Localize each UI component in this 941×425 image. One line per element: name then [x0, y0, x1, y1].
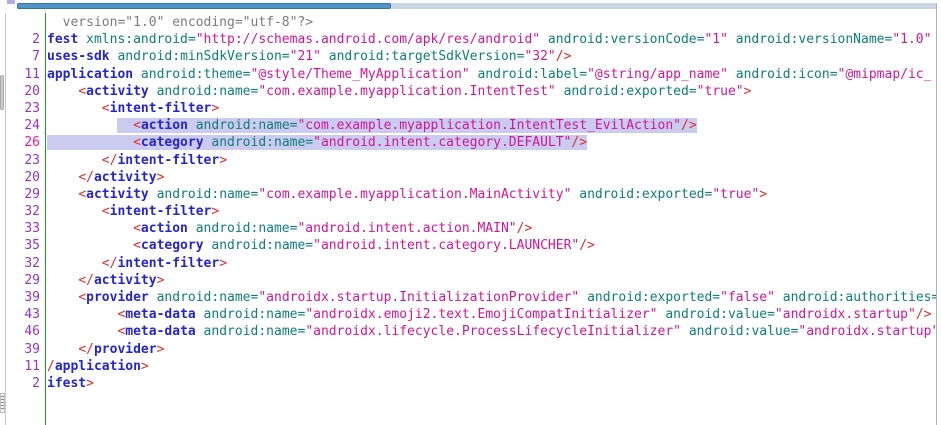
code-editor[interactable]: 271120232426232029323335322939434639112 …: [6, 13, 936, 425]
line-number: 11: [6, 66, 40, 83]
line-number: 46: [6, 323, 40, 340]
code-line[interactable]: <category android:name="android.intent.c…: [47, 134, 936, 151]
fold-margin-line: [45, 13, 46, 425]
line-number: 23: [6, 100, 40, 117]
line-number: [6, 14, 40, 31]
line-number: 43: [6, 306, 40, 323]
scrollbar-corner-marker: [7, 0, 15, 4]
pane-border: [936, 3, 937, 425]
line-number: 20: [6, 83, 40, 100]
line-number: 32: [6, 203, 40, 220]
code-line[interactable]: <action android:name="android.intent.act…: [47, 220, 936, 237]
line-number: 32: [6, 255, 40, 272]
code-line[interactable]: <meta-data android:name="androidx.lifecy…: [47, 323, 936, 340]
horizontal-scrollbar-track[interactable]: [391, 3, 936, 9]
code-line[interactable]: </provider>: [47, 341, 936, 358]
splitter-grip[interactable]: [0, 393, 5, 413]
line-number: 33: [6, 220, 40, 237]
line-number: 35: [6, 237, 40, 254]
code-line[interactable]: ifest>: [47, 375, 936, 392]
code-line[interactable]: fest xmlns:android="http://schemas.andro…: [47, 31, 936, 48]
code-line[interactable]: <provider android:name="androidx.startup…: [47, 289, 936, 306]
code-line[interactable]: application android:theme="@style/Theme_…: [47, 66, 936, 83]
code-line[interactable]: <category android:name="android.intent.c…: [47, 237, 936, 254]
line-number: 39: [6, 289, 40, 306]
line-number: 11: [6, 358, 40, 375]
code-line[interactable]: </activity>: [47, 169, 936, 186]
code-line[interactable]: </intent-filter>: [47, 152, 936, 169]
line-number: 2: [6, 375, 40, 392]
line-number: 20: [6, 169, 40, 186]
line-number-gutter: 271120232426232029323335322939434639112: [6, 14, 40, 392]
code-line[interactable]: </intent-filter>: [47, 255, 936, 272]
code-line[interactable]: version="1.0" encoding="utf-8"?>: [47, 14, 936, 31]
code-lines[interactable]: version="1.0" encoding="utf-8"?>fest xml…: [47, 14, 936, 392]
code-line[interactable]: <intent-filter>: [47, 100, 936, 117]
code-line[interactable]: uses-sdk android:minSdkVersion="21" andr…: [47, 48, 936, 65]
line-number: 24: [6, 117, 40, 134]
code-line[interactable]: <activity android:name="com.example.myap…: [47, 83, 936, 100]
line-number: 29: [6, 272, 40, 289]
line-number: 23: [6, 152, 40, 169]
horizontal-scrollbar-thumb[interactable]: [17, 3, 391, 9]
line-number: 39: [6, 341, 40, 358]
line-number: 29: [6, 186, 40, 203]
code-line[interactable]: </activity>: [47, 272, 936, 289]
code-line[interactable]: <meta-data android:name="androidx.emoji2…: [47, 306, 936, 323]
line-number: 2: [6, 31, 40, 48]
grip-dots-icon: [1, 396, 4, 410]
horizontal-scrollbar[interactable]: [0, 0, 941, 13]
line-number: 7: [6, 48, 40, 65]
line-number-current: 26: [6, 134, 40, 151]
editor-window: 271120232426232029323335322939434639112 …: [0, 0, 941, 425]
code-line[interactable]: <intent-filter>: [47, 203, 936, 220]
code-line[interactable]: <action android:name="com.example.myappl…: [47, 117, 936, 134]
vertical-scrollbar-thumb[interactable]: [0, 75, 4, 110]
code-line[interactable]: /application>: [47, 358, 936, 375]
code-line[interactable]: <activity android:name="com.example.myap…: [47, 186, 936, 203]
